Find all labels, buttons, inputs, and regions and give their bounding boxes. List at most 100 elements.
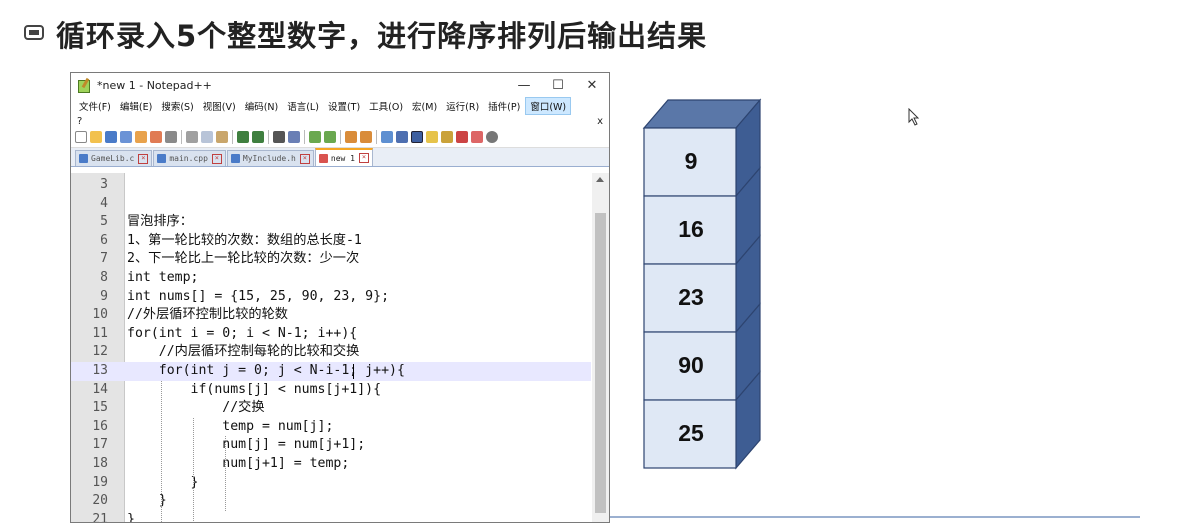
tab-close-icon[interactable]: × bbox=[358, 153, 369, 163]
line-number: 19 bbox=[92, 474, 108, 490]
line-number: 4 bbox=[100, 195, 108, 211]
redo-icon[interactable] bbox=[252, 131, 264, 143]
folder-workspace-icon[interactable] bbox=[456, 131, 468, 143]
toolbar-separator bbox=[304, 130, 305, 144]
sync-h-icon[interactable] bbox=[360, 131, 372, 143]
line-number: 6 bbox=[100, 232, 108, 248]
indent-guide-icon[interactable] bbox=[411, 131, 423, 143]
menu-help[interactable]: ? bbox=[77, 116, 82, 127]
code-line[interactable]: 3 bbox=[71, 176, 591, 195]
file-tabs: GameLib.c × main.cpp × MyInclude.h × new… bbox=[71, 148, 609, 167]
open-file-icon[interactable] bbox=[90, 131, 102, 143]
menu-encoding[interactable]: 编码(N) bbox=[241, 98, 283, 114]
code-text: //内层循环控制每轮的比较和交换 bbox=[127, 344, 360, 360]
window-titlebar: *new 1 - Notepad++ — ☐ ✕ bbox=[71, 73, 609, 97]
code-line[interactable]: 16 temp = num[j]; bbox=[71, 418, 591, 437]
menu-run[interactable]: 运行(R) bbox=[442, 98, 483, 114]
menu-settings[interactable]: 设置(T) bbox=[324, 98, 364, 114]
code-line[interactable]: 7 2、下一轮比上一轮比较的次数：少一次 bbox=[71, 250, 591, 269]
save-icon[interactable] bbox=[105, 131, 117, 143]
tab-close-icon[interactable]: × bbox=[138, 153, 149, 164]
menu-window[interactable]: 窗口(W) bbox=[525, 97, 572, 115]
replace-icon[interactable] bbox=[288, 131, 300, 143]
menu-view[interactable]: 视图(V) bbox=[199, 98, 240, 114]
zoom-out-icon[interactable] bbox=[324, 131, 336, 143]
save-all-icon[interactable] bbox=[120, 131, 132, 143]
menu-language[interactable]: 语言(L) bbox=[283, 98, 323, 114]
code-editor[interactable]: 3 4 5 冒泡排序： 6 1、第一轮比较的次数：数组的总长度-1 7 2、下一轮比上一轮比较… bbox=[71, 173, 609, 522]
file-icon bbox=[79, 154, 88, 163]
close-file-icon[interactable] bbox=[135, 131, 147, 143]
word-wrap-icon[interactable] bbox=[381, 131, 393, 143]
code-line[interactable]: 20 } bbox=[71, 492, 591, 511]
menu-search[interactable]: 搜索(S) bbox=[157, 98, 197, 114]
cut-icon[interactable] bbox=[186, 131, 198, 143]
code-text: 冒泡排序： bbox=[127, 214, 193, 230]
tab-main-cpp[interactable]: main.cpp × bbox=[153, 150, 226, 166]
menu-tools[interactable]: 工具(O) bbox=[365, 98, 407, 114]
code-text: //交换 bbox=[127, 400, 265, 416]
toolbar-separator bbox=[268, 130, 269, 144]
toolbar bbox=[71, 127, 609, 148]
close-all-icon[interactable] bbox=[150, 131, 162, 143]
code-text: } bbox=[127, 474, 199, 490]
new-file-icon[interactable] bbox=[75, 131, 87, 143]
code-line[interactable]: 14 if(nums[j] < nums[j+1]){ bbox=[71, 381, 591, 400]
line-number: 5 bbox=[100, 214, 108, 230]
menu-edit[interactable]: 编辑(E) bbox=[116, 98, 156, 114]
sync-v-icon[interactable] bbox=[345, 131, 357, 143]
show-all-chars-icon[interactable] bbox=[396, 131, 408, 143]
code-line[interactable]: 8 int temp; bbox=[71, 269, 591, 288]
menu-macro[interactable]: 宏(M) bbox=[408, 98, 441, 114]
code-line[interactable]: 10 //外层循环控制比较的轮数 bbox=[71, 306, 591, 325]
code-line[interactable]: 18 num[j+1] = temp; bbox=[71, 455, 591, 474]
maximize-button[interactable]: ☐ bbox=[541, 78, 575, 93]
zoom-in-icon[interactable] bbox=[309, 131, 321, 143]
close-document-button[interactable]: x bbox=[597, 116, 603, 127]
code-line[interactable]: 9 int nums[] = {15, 25, 90, 23, 9}; bbox=[71, 288, 591, 307]
line-number: 20 bbox=[92, 493, 108, 509]
code-line[interactable]: 15 //交换 bbox=[71, 399, 591, 418]
toolbar-separator bbox=[181, 130, 182, 144]
code-line[interactable]: 13 for(int j = 0; j < N-i-1; j++){ bbox=[71, 362, 591, 381]
doc-map-icon[interactable] bbox=[426, 131, 438, 143]
indent-guide bbox=[225, 436, 226, 511]
code-line[interactable]: 4 bbox=[71, 195, 591, 214]
stack-box-value: 90 bbox=[678, 352, 704, 378]
line-number: 14 bbox=[92, 381, 108, 397]
minimize-button[interactable]: — bbox=[507, 78, 541, 93]
tab-new-1[interactable]: new 1 × bbox=[314, 148, 373, 166]
tab-gamelib[interactable]: GameLib.c × bbox=[75, 150, 153, 166]
paste-icon[interactable] bbox=[216, 131, 228, 143]
code-line[interactable]: 17 num[j] = num[j+1]; bbox=[71, 436, 591, 455]
code-line[interactable]: 21} bbox=[71, 511, 591, 522]
copy-icon[interactable] bbox=[201, 131, 213, 143]
tab-label: GameLib.c bbox=[91, 154, 135, 163]
macro-stop-icon[interactable] bbox=[486, 131, 498, 143]
scroll-up-icon[interactable] bbox=[596, 177, 604, 182]
code-line[interactable]: 5 冒泡排序： bbox=[71, 213, 591, 232]
indent-guide bbox=[161, 380, 162, 522]
tab-myinclude[interactable]: MyInclude.h × bbox=[226, 150, 314, 166]
find-icon[interactable] bbox=[273, 131, 285, 143]
menu-bar-row2: ? x bbox=[71, 115, 609, 127]
code-line[interactable]: 6 1、第一轮比较的次数：数组的总长度-1 bbox=[71, 232, 591, 251]
mouse-cursor-icon bbox=[908, 108, 920, 126]
menu-plugins[interactable]: 插件(P) bbox=[484, 98, 524, 114]
line-number: 17 bbox=[92, 437, 108, 453]
close-window-button[interactable]: ✕ bbox=[575, 78, 609, 93]
undo-icon[interactable] bbox=[237, 131, 249, 143]
menu-file[interactable]: 文件(F) bbox=[75, 98, 115, 114]
code-line[interactable]: 11 for(int i = 0; i < N-1; i++){ bbox=[71, 325, 591, 344]
tab-close-icon[interactable]: × bbox=[299, 153, 310, 164]
code-line[interactable]: 19 } bbox=[71, 474, 591, 493]
function-list-icon[interactable] bbox=[441, 131, 453, 143]
macro-record-icon[interactable] bbox=[471, 131, 483, 143]
scrollbar-thumb[interactable] bbox=[595, 213, 606, 513]
toolbar-separator bbox=[340, 130, 341, 144]
tab-close-icon[interactable]: × bbox=[211, 153, 222, 164]
code-line[interactable]: 12 //内层循环控制每轮的比较和交换 bbox=[71, 343, 591, 362]
print-icon[interactable] bbox=[165, 131, 177, 143]
vertical-scrollbar[interactable] bbox=[592, 173, 609, 522]
notepad-window: *new 1 - Notepad++ — ☐ ✕ 文件(F) 编辑(E) 搜索(… bbox=[70, 72, 610, 523]
